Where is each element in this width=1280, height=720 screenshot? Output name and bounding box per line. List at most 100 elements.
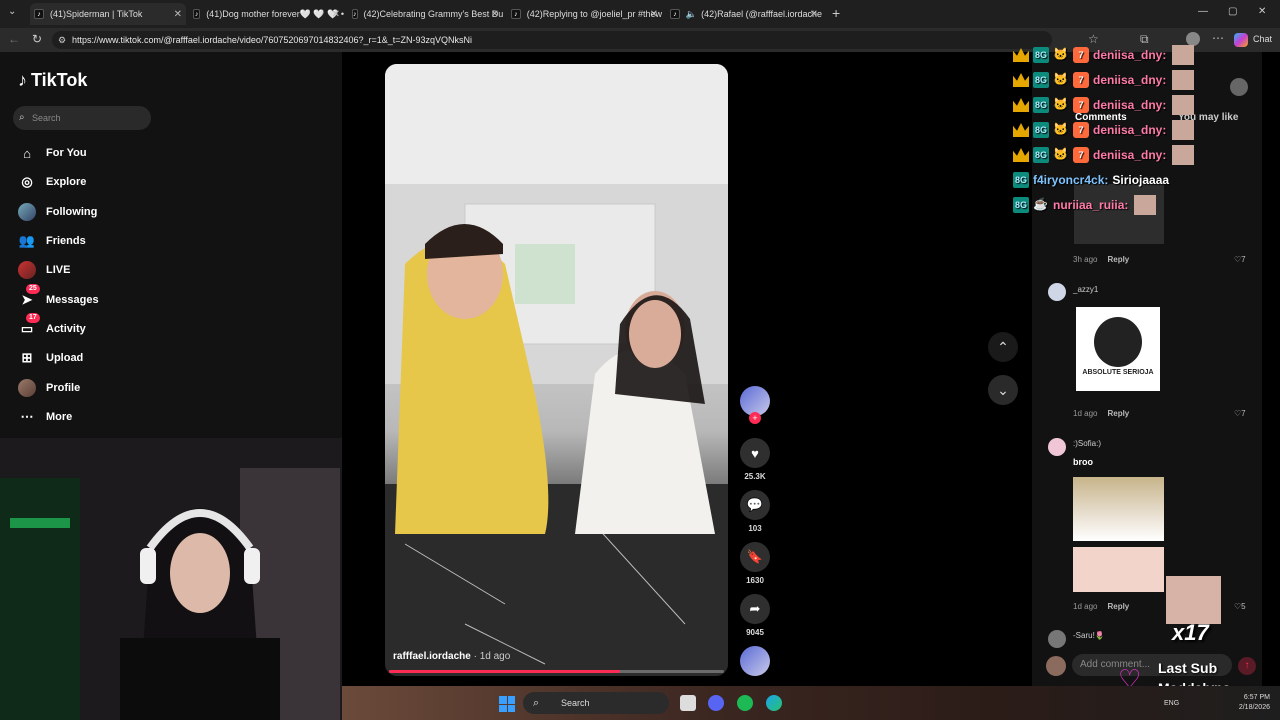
- site-info-icon[interactable]: ⚙: [58, 31, 66, 49]
- video-player[interactable]: rafffael.iordache · 1d ago: [385, 64, 728, 676]
- bookmark-action[interactable]: 🔖 1630: [740, 542, 770, 585]
- gift-image: [1166, 576, 1221, 624]
- nav-messages[interactable]: ➤ 25 Messages: [18, 284, 99, 310]
- reply-button[interactable]: Reply: [1107, 409, 1129, 418]
- nav-activity[interactable]: ▭ 17 Activity: [18, 313, 86, 339]
- video-author[interactable]: rafffael.iordache · 1d ago: [393, 651, 510, 662]
- tab-1[interactable]: ♪ (41)Spiderman | TikTok ✕: [30, 3, 186, 25]
- close-tab-icon[interactable]: ✕: [810, 9, 818, 20]
- nav-explore[interactable]: ◎ Explore: [18, 172, 86, 192]
- close-tab-icon[interactable]: ✕: [332, 9, 340, 20]
- tiktok-logo[interactable]: ♪ TikTok: [18, 70, 87, 91]
- close-tab-icon[interactable]: ✕: [491, 9, 499, 20]
- tab-4[interactable]: ♪ (42)Replying to @joeliel_pr #thew ✕: [507, 3, 662, 25]
- share-action[interactable]: ➦ 9045: [740, 594, 770, 637]
- close-tab-icon[interactable]: ✕: [650, 9, 658, 20]
- url-field[interactable]: ⚙ https://www.tiktok.com/@rafffael.iorda…: [52, 31, 1052, 49]
- comment-count: 103: [748, 524, 762, 533]
- comment-like[interactable]: ♡7: [1234, 255, 1246, 264]
- like-action[interactable]: ♥ 25.3K: [740, 438, 770, 481]
- emote-image: [1172, 95, 1195, 115]
- new-tab-icon[interactable]: +: [832, 5, 840, 21]
- browser-tab-bar: ⌄ ♪ (41)Spiderman | TikTok ✕ ♪ (41)Dog moth…: [0, 0, 1280, 28]
- comment-meta: 1d ago Reply: [1073, 409, 1130, 418]
- chat-message: 8G 🐱 7 deniisa_dny:: [1013, 95, 1195, 115]
- nav-friends[interactable]: 👥 Friends: [18, 231, 86, 251]
- close-window-icon[interactable]: ✕: [1258, 6, 1266, 17]
- taskbar-search[interactable]: ⌕ Search: [523, 692, 669, 714]
- follow-plus-icon[interactable]: +: [749, 412, 761, 424]
- plus-square-icon: ⊞: [21, 350, 33, 365]
- favorite-icon[interactable]: ☆: [1088, 32, 1099, 46]
- comment-like[interactable]: ♡7: [1234, 409, 1246, 418]
- send-icon[interactable]: ↑: [1238, 657, 1256, 675]
- avatar[interactable]: [1048, 630, 1066, 648]
- chat-message: 8G f4iryoncr4ck: Siriojaaaa: [1013, 172, 1170, 188]
- share-icon[interactable]: ➦: [740, 594, 770, 624]
- nav-more[interactable]: ⋯ More: [18, 407, 73, 427]
- music-disc-icon[interactable]: [740, 646, 770, 676]
- discord-icon[interactable]: [708, 695, 724, 711]
- nav-live[interactable]: LIVE: [18, 260, 70, 280]
- nav-upload[interactable]: ⊞ Upload: [18, 348, 84, 368]
- avatar[interactable]: [1048, 438, 1066, 456]
- comment-icon[interactable]: 💬: [740, 490, 770, 520]
- reload-icon[interactable]: ↻: [32, 32, 42, 46]
- tiktok-icon: ♪: [511, 9, 521, 19]
- windows-start-icon[interactable]: [499, 696, 515, 712]
- more-icon: ⋯: [20, 409, 34, 424]
- tab-3[interactable]: ♪ (42)Celebrating Grammy's Best Du ✕: [348, 3, 503, 25]
- search-input[interactable]: ⌕ Search: [13, 106, 151, 130]
- heart-icon[interactable]: ♥: [740, 438, 770, 468]
- tab-2[interactable]: ♪ (41)Dog mother forever🤍 🤍 🤍 • ✕: [189, 3, 344, 25]
- menu-icon[interactable]: ⋯: [1212, 31, 1224, 45]
- comment-action[interactable]: 💬 103: [740, 490, 770, 533]
- search-icon: ⌕: [19, 112, 25, 123]
- next-video-button[interactable]: ⌄: [988, 375, 1018, 405]
- avatar: [18, 261, 36, 279]
- bookmark-count: 1630: [746, 576, 764, 585]
- previous-video-button[interactable]: ⌃: [988, 332, 1018, 362]
- back-icon[interactable]: ←: [8, 32, 20, 46]
- comment-like[interactable]: ♡5: [1234, 602, 1246, 611]
- nav-profile[interactable]: Profile: [18, 378, 80, 398]
- copilot-icon[interactable]: [1234, 33, 1248, 47]
- reply-button[interactable]: Reply: [1107, 255, 1129, 264]
- progress-bar[interactable]: [389, 670, 621, 673]
- comment-user[interactable]: -Saru!🌷: [1073, 631, 1105, 640]
- profile-icon[interactable]: [1186, 32, 1200, 46]
- crown-badge-icon: [1013, 123, 1029, 137]
- nav-for-you[interactable]: ⌂ For You: [18, 143, 86, 163]
- tiktok-icon: ♪: [352, 9, 358, 19]
- system-clock[interactable]: 6:57 PM 2/18/2026: [1230, 693, 1270, 713]
- webcam-feed: [0, 438, 342, 720]
- spotify-icon[interactable]: [737, 695, 753, 711]
- avatar[interactable]: [1230, 78, 1248, 96]
- bookmark-icon[interactable]: 🔖: [740, 542, 770, 572]
- badge-7-icon: 7: [1073, 47, 1089, 63]
- reply-button[interactable]: Reply: [1107, 602, 1129, 611]
- creator-avatar-action[interactable]: +: [740, 386, 770, 424]
- comment-image[interactable]: [1073, 477, 1164, 541]
- maximize-icon[interactable]: ▢: [1228, 6, 1237, 17]
- tab-list-chevron-icon[interactable]: ⌄: [8, 6, 16, 17]
- video-time: · 1d ago: [470, 651, 511, 662]
- language-indicator[interactable]: ENG: [1164, 700, 1179, 707]
- sub-badge-icon: 8G: [1033, 72, 1049, 88]
- comment-text: broo: [1073, 457, 1093, 467]
- like-count: 25.3K: [744, 472, 766, 481]
- edge-icon[interactable]: [766, 695, 782, 711]
- minimize-icon[interactable]: —: [1198, 6, 1208, 17]
- avatar[interactable]: [1048, 283, 1066, 301]
- close-tab-icon[interactable]: ✕: [174, 9, 182, 20]
- file-explorer-icon[interactable]: [680, 695, 696, 711]
- music-disc[interactable]: [740, 646, 770, 676]
- comment-user[interactable]: :)Sofia:): [1073, 439, 1101, 448]
- nav-following[interactable]: Following: [18, 202, 97, 222]
- comment-user[interactable]: _azzy1: [1073, 285, 1098, 294]
- chat-button[interactable]: Chat: [1253, 34, 1272, 44]
- tab-5[interactable]: ♪ 🔈 (42)Rafael (@rafffael.iordache ✕: [666, 3, 822, 25]
- tiktok-icon: ♪: [193, 9, 201, 19]
- sub-badge-icon: 8G: [1033, 147, 1049, 163]
- comment-image[interactable]: [1073, 547, 1164, 592]
